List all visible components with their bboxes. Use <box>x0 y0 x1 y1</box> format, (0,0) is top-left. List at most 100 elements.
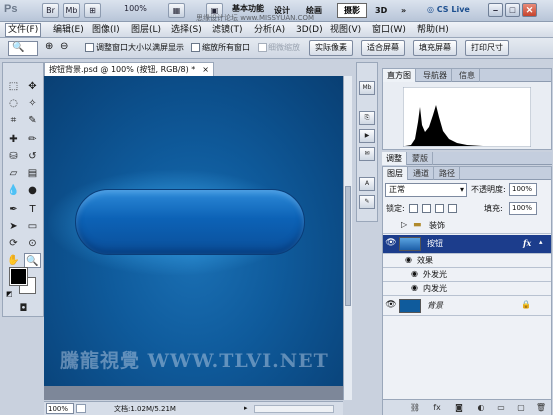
visibility-eye-icon[interactable]: 👁 <box>385 238 397 248</box>
horizontal-scrollbar[interactable] <box>254 405 334 413</box>
spot-healing-icon[interactable]: ✚ <box>5 132 22 147</box>
tab-channels[interactable]: 通道 <box>409 167 434 180</box>
brush-icon[interactable]: ✏ <box>24 132 41 147</box>
brushes-panel-icon[interactable]: ✎ <box>359 195 375 209</box>
3d-orbit-icon[interactable]: ⊙ <box>24 236 41 251</box>
workspace-3d[interactable]: 3D <box>369 3 393 18</box>
rectangular-marquee-icon[interactable]: ⬚ <box>5 79 22 94</box>
fill-screen-button[interactable]: 填充屏幕 <box>413 40 457 56</box>
notes-panel-icon[interactable]: ✉ <box>359 147 375 161</box>
actual-pixels-button[interactable]: 实际像素 <box>309 40 353 56</box>
tab-adjustments[interactable]: 调整 <box>382 152 407 165</box>
path-selection-icon[interactable]: ➤ <box>5 219 22 234</box>
expand-arrow-icon[interactable]: ▷ <box>401 220 407 229</box>
actions-panel-icon[interactable]: ▶ <box>359 129 375 143</box>
menu-select[interactable]: 选择(S) <box>171 23 202 37</box>
status-zoom-field[interactable]: 100% <box>46 403 74 414</box>
visibility-eye-icon[interactable]: 👁 <box>385 300 397 310</box>
new-group-icon[interactable]: ▭ <box>495 402 507 413</box>
mini-bridge-panel-icon[interactable]: Mb <box>359 81 375 95</box>
menu-help[interactable]: 帮助(H) <box>417 23 449 37</box>
effect-outer-glow[interactable]: ◉ 外发光 <box>383 269 551 282</box>
effect-inner-glow[interactable]: ◉ 内发光 <box>383 283 551 296</box>
menu-filter[interactable]: 滤镜(T) <box>212 23 243 37</box>
menu-edit[interactable]: 编辑(E) <box>53 23 84 37</box>
close-icon[interactable]: ✕ <box>522 3 537 17</box>
workspace-photography[interactable]: 摄影 <box>337 3 367 18</box>
menu-image[interactable]: 图像(I) <box>92 23 120 37</box>
view-extras-button[interactable]: ⊞ <box>84 3 101 18</box>
styles-panel-icon[interactable]: A <box>359 177 375 191</box>
tab-info[interactable]: 信息 <box>455 69 480 82</box>
menu-view[interactable]: 视图(V) <box>330 23 361 37</box>
quick-mask-icon[interactable]: ◘ <box>15 301 32 316</box>
magic-wand-icon[interactable]: ✧ <box>24 96 41 111</box>
gradient-icon[interactable]: ▤ <box>24 166 41 181</box>
eraser-icon[interactable]: ▱ <box>5 166 22 181</box>
history-panel-icon[interactable]: ⎘ <box>359 111 375 125</box>
shape-icon[interactable]: ▭ <box>24 219 41 234</box>
menu-layer[interactable]: 图层(L) <box>131 23 161 37</box>
opacity-field[interactable]: 100% <box>509 183 537 196</box>
lock-transparency-icon[interactable] <box>409 204 418 213</box>
zoom-in-icon[interactable]: ⊕ <box>45 41 53 52</box>
tab-layers[interactable]: 图层 <box>383 167 408 180</box>
effect-visibility-icon[interactable]: ◉ <box>411 283 418 292</box>
tab-masks[interactable]: 蒙版 <box>408 152 433 165</box>
pen-icon[interactable]: ✒ <box>5 202 22 217</box>
dodge-icon[interactable]: ● <box>24 183 41 198</box>
restore-icon[interactable]: □ <box>505 3 520 17</box>
link-layers-icon[interactable]: ⛓ <box>409 402 421 413</box>
scrubby-zoom-checkbox[interactable] <box>258 43 267 52</box>
delete-layer-icon[interactable]: 🗑 <box>535 402 547 413</box>
clone-stamp-icon[interactable]: ⛁ <box>5 149 22 164</box>
menu-analysis[interactable]: 分析(A) <box>254 23 285 37</box>
zoom-level-dropdown[interactable]: 100% <box>124 4 147 13</box>
zoom-icon[interactable]: 🔍 <box>24 253 41 268</box>
new-layer-icon[interactable]: ▢ <box>515 402 527 413</box>
vertical-scrollbar[interactable] <box>343 76 352 400</box>
print-size-button[interactable]: 打印尺寸 <box>465 40 509 56</box>
crop-icon[interactable]: ⌗ <box>5 113 22 128</box>
fit-screen-button[interactable]: 适合屏幕 <box>361 40 405 56</box>
scrollbar-thumb[interactable] <box>345 186 351 306</box>
layer-background[interactable]: 👁 背景 🔒 <box>383 297 551 316</box>
fill-field[interactable]: 100% <box>509 202 537 215</box>
mini-bridge-button[interactable]: Mb <box>63 3 80 18</box>
lock-pixels-icon[interactable] <box>422 204 431 213</box>
lock-position-icon[interactable] <box>435 204 444 213</box>
status-menu-icon[interactable] <box>76 404 86 413</box>
more-workspaces-button[interactable]: » <box>395 3 412 18</box>
close-document-icon[interactable]: × <box>202 63 209 76</box>
tool-preset-picker[interactable]: 🔍 <box>8 41 38 56</box>
document-tab[interactable]: 按钮背景.psd @ 100% (按钮, RGB/8) * × <box>44 62 214 76</box>
arrange-documents-button[interactable]: ▦ <box>168 3 185 18</box>
fx-icon[interactable]: fx <box>523 238 531 248</box>
layer-group-decoration[interactable]: ▷ ▬ 装饰 <box>383 219 551 234</box>
lock-all-icon[interactable] <box>448 204 457 213</box>
bridge-button[interactable]: Br <box>42 3 59 18</box>
lasso-icon[interactable]: ◌ <box>5 96 22 111</box>
cs-live-button[interactable]: ◎ CS Live <box>427 5 470 14</box>
minimize-icon[interactable]: – <box>488 3 503 17</box>
layer-button-selected[interactable]: 👁 按钮 fx ▴ <box>383 235 551 254</box>
add-style-icon[interactable]: fx <box>431 402 443 413</box>
effect-visibility-icon[interactable]: ◉ <box>411 269 418 278</box>
3d-rotate-icon[interactable]: ⟳ <box>5 236 22 251</box>
zoom-out-icon[interactable]: ⊖ <box>60 41 68 52</box>
menu-file[interactable]: 文件(F) <box>5 23 42 37</box>
layer-effects-row[interactable]: ◉ 效果 <box>383 255 551 268</box>
eyedropper-icon[interactable]: ✎ <box>24 113 41 128</box>
status-arrow-icon[interactable]: ▸ <box>244 404 248 412</box>
tab-histogram[interactable]: 直方图 <box>383 69 416 82</box>
hand-icon[interactable]: ✋ <box>5 253 22 268</box>
resize-windows-checkbox[interactable] <box>85 43 94 52</box>
zoom-all-windows-checkbox[interactable] <box>191 43 200 52</box>
add-mask-icon[interactable]: ◙ <box>453 402 465 413</box>
collapse-effects-icon[interactable]: ▴ <box>539 238 543 246</box>
default-colors-icon[interactable]: ◩ <box>6 290 13 298</box>
type-icon[interactable]: T <box>24 202 41 217</box>
menu-window[interactable]: 窗口(W) <box>372 23 406 37</box>
menu-3d[interactable]: 3D(D) <box>296 23 323 37</box>
blur-icon[interactable]: 💧 <box>5 183 22 198</box>
